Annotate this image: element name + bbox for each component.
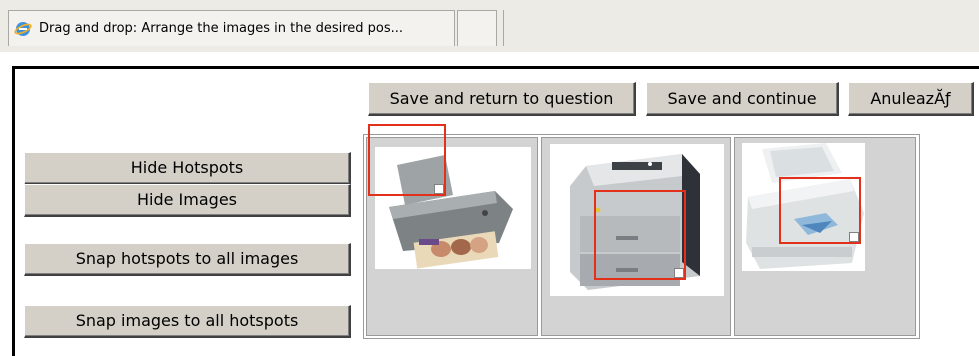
save-and-continue-button[interactable]: Save and continue bbox=[646, 82, 839, 116]
tab-title: Drag and drop: Arrange the images in the… bbox=[39, 21, 404, 36]
snap-hotspots-button[interactable]: Snap hotspots to all images bbox=[24, 243, 351, 276]
hotspot-1[interactable] bbox=[368, 124, 446, 196]
save-and-return-button[interactable]: Save and return to question bbox=[368, 82, 636, 116]
hotspot-2-resize-handle[interactable] bbox=[674, 268, 684, 278]
image-cell-2 bbox=[541, 137, 731, 336]
browser-tab-bar: Drag and drop: Arrange the images in the… bbox=[0, 0, 979, 52]
hotspot-1-resize-handle[interactable] bbox=[434, 184, 444, 194]
hide-hotspots-button[interactable]: Hide Hotspots bbox=[24, 152, 351, 185]
new-tab[interactable] bbox=[457, 10, 497, 46]
hotspot-2[interactable] bbox=[594, 190, 686, 280]
image-cell-1 bbox=[366, 124, 538, 336]
hide-images-button[interactable]: Hide Images bbox=[24, 184, 351, 217]
image-cell-3 bbox=[734, 137, 916, 336]
internet-explorer-icon bbox=[14, 22, 32, 36]
tab-separator bbox=[503, 10, 504, 46]
snap-images-button[interactable]: Snap images to all hotspots bbox=[24, 305, 351, 338]
hotspot-3-resize-handle[interactable] bbox=[849, 232, 859, 242]
active-tab[interactable]: Drag and drop: Arrange the images in the… bbox=[8, 10, 455, 46]
cancel-button[interactable]: AnuleazĂƒ bbox=[848, 82, 974, 116]
hotspot-3[interactable] bbox=[779, 177, 861, 244]
image-panel bbox=[363, 124, 920, 339]
